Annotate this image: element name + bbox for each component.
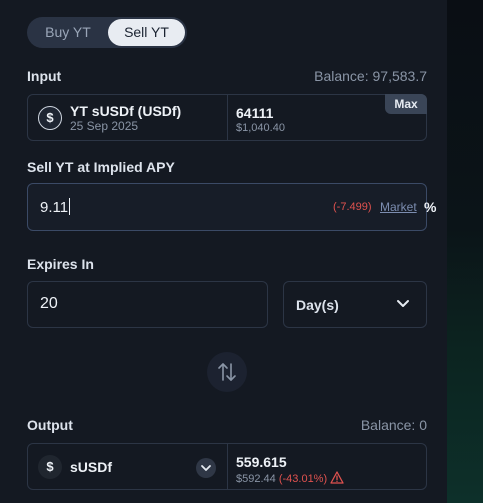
input-token-date: 25 Sep 2025 xyxy=(70,119,139,133)
warning-triangle-icon xyxy=(330,471,344,484)
trade-panel: Buy YT Sell YT Input Balance: 97,583.7 $… xyxy=(0,0,447,503)
input-token-name: YT sUSDf (USDf) xyxy=(70,103,182,119)
input-amount[interactable]: 64111 xyxy=(236,105,273,121)
output-balance: Balance: 0 xyxy=(360,417,427,433)
chevron-down-icon xyxy=(201,465,211,471)
expires-value[interactable]: 20 xyxy=(40,295,58,313)
text-caret xyxy=(69,198,71,215)
input-balance: Balance: 97,583.7 xyxy=(314,68,427,84)
background-gradient xyxy=(447,0,483,503)
input-label: Input xyxy=(27,68,62,84)
output-amount: 559.615 xyxy=(236,454,287,470)
input-token-box: $ YT sUSDf (USDf) 25 Sep 2025 64111 $1,0… xyxy=(27,94,427,141)
buy-sell-toggle: Buy YT Sell YT xyxy=(27,17,187,48)
output-label: Output xyxy=(27,417,73,433)
swap-button[interactable] xyxy=(207,352,247,392)
chevron-down-icon xyxy=(397,300,409,307)
apy-input[interactable]: 9.11 (-7.499) Market % xyxy=(27,183,436,231)
output-price-impact: (-43.01%) xyxy=(278,473,328,485)
market-link[interactable]: Market xyxy=(380,200,417,214)
output-token-box: $ sUSDf 559.615 $592.44 (-43.01%) xyxy=(27,443,427,490)
input-usd-value: $1,040.40 xyxy=(236,122,285,134)
expires-unit-select[interactable]: Day(s) xyxy=(283,281,427,328)
expires-input[interactable]: 20 xyxy=(27,281,268,328)
max-button[interactable]: Max xyxy=(385,94,427,114)
output-divider xyxy=(227,444,228,489)
apy-diff: (-7.499) xyxy=(333,201,372,213)
apy-label: Sell YT at Implied APY xyxy=(27,159,175,175)
dollar-coin-icon: $ xyxy=(38,455,62,479)
output-token-name: sUSDf xyxy=(70,459,113,475)
output-usd-value: $592.44 xyxy=(236,473,276,485)
swap-arrows-icon xyxy=(218,363,236,381)
sell-yt-tab[interactable]: Sell YT xyxy=(108,19,185,46)
expires-unit: Day(s) xyxy=(296,297,339,313)
expires-label: Expires In xyxy=(27,256,94,272)
percent-unit: % xyxy=(424,199,437,215)
input-divider xyxy=(227,95,228,140)
dollar-coin-icon: $ xyxy=(38,106,62,130)
buy-yt-tab[interactable]: Buy YT xyxy=(29,19,107,46)
apy-value[interactable]: 9.11 xyxy=(40,198,71,216)
token-select-button[interactable] xyxy=(196,458,216,478)
output-usd-row: $592.44 (-43.01%) xyxy=(236,471,344,485)
